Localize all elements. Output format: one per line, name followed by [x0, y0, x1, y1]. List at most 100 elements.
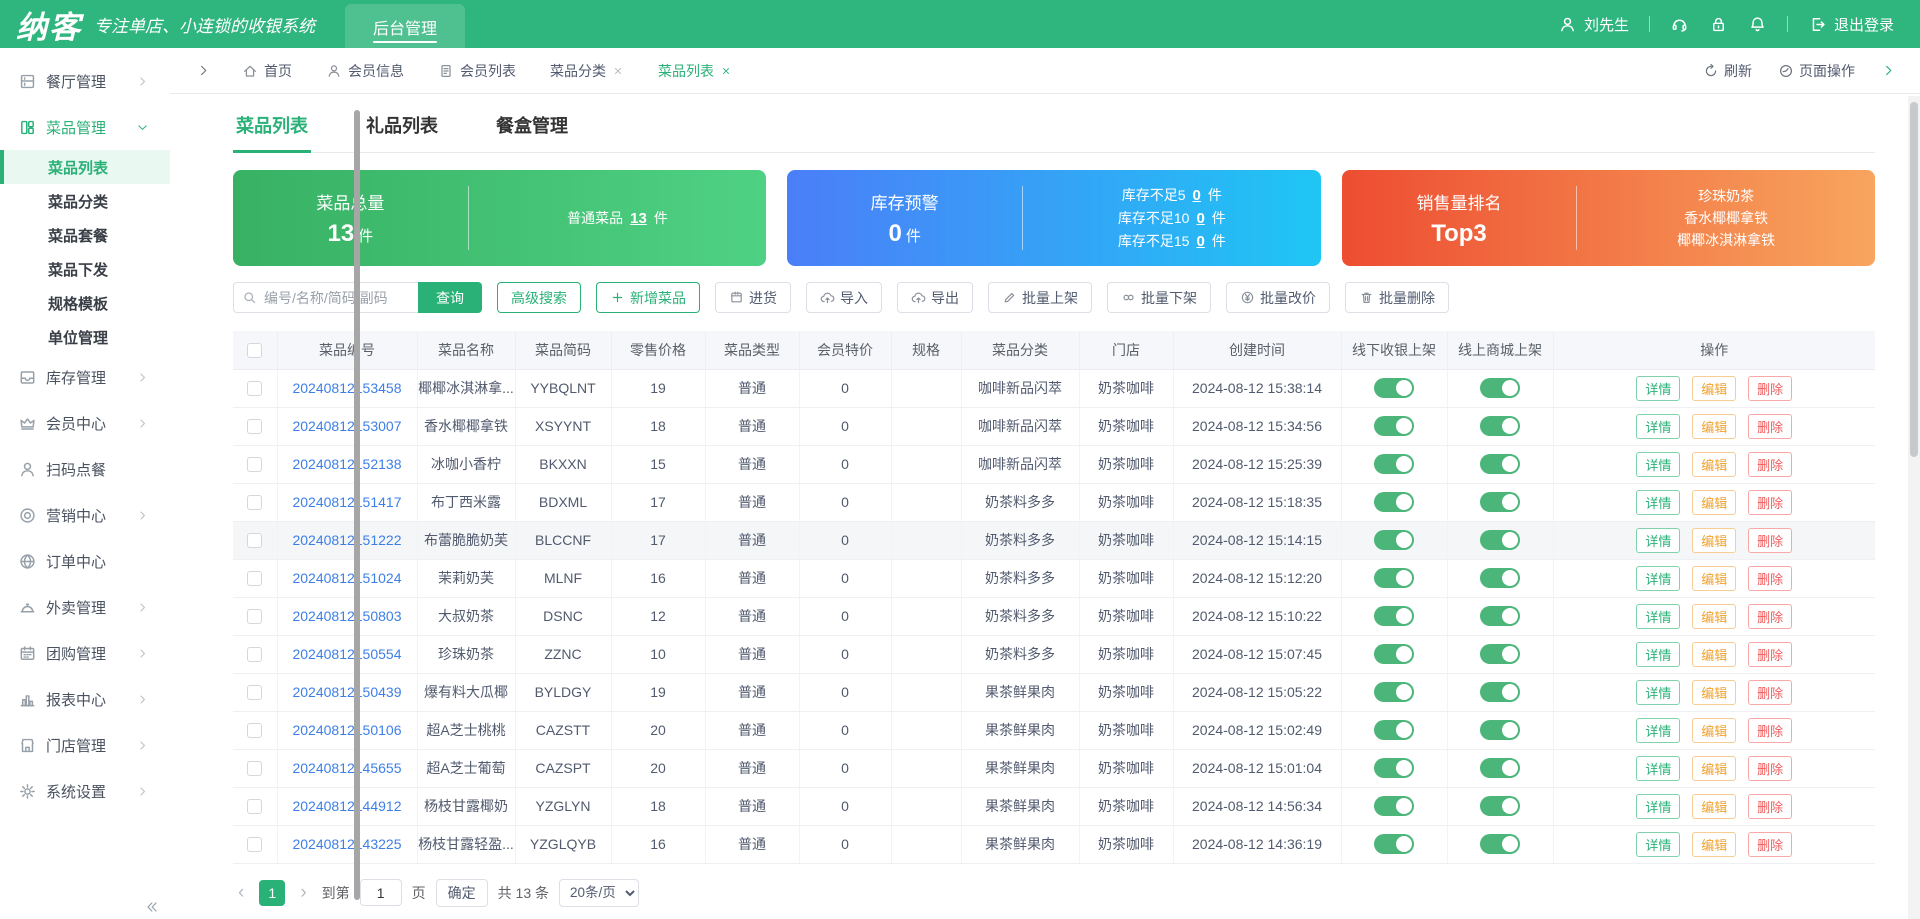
delete-button[interactable]: 删除 — [1748, 414, 1792, 439]
online-shelf-toggle[interactable] — [1480, 378, 1520, 398]
detail-button[interactable]: 详情 — [1636, 452, 1680, 477]
row-checkbox[interactable] — [247, 419, 262, 434]
offline-shelf-toggle[interactable] — [1374, 378, 1414, 398]
select-all-checkbox[interactable] — [247, 343, 262, 358]
breadcrumb-tab[interactable]: 首页 — [225, 48, 309, 93]
edit-button[interactable]: 编辑 — [1692, 642, 1736, 667]
chevron-right-icon[interactable] — [196, 63, 211, 78]
page-number-button[interactable]: 1 — [259, 880, 285, 906]
online-shelf-toggle[interactable] — [1480, 606, 1520, 626]
sidebar-item[interactable]: 报表中心 — [0, 676, 170, 722]
row-checkbox[interactable] — [247, 381, 262, 396]
online-shelf-toggle[interactable] — [1480, 416, 1520, 436]
delete-button[interactable]: 删除 — [1748, 794, 1792, 819]
breadcrumb-tab[interactable]: 菜品分类 — [533, 48, 641, 93]
edit-button[interactable]: 编辑 — [1692, 376, 1736, 401]
sidebar-item[interactable]: 单位管理 — [0, 320, 170, 354]
dish-id-link[interactable]: 20240812153458 — [292, 380, 401, 396]
edit-button[interactable]: 编辑 — [1692, 452, 1736, 477]
goto-page-input[interactable] — [360, 879, 402, 906]
edit-button[interactable]: 编辑 — [1692, 794, 1736, 819]
edit-button[interactable]: 编辑 — [1692, 718, 1736, 743]
sidebar-item[interactable]: 团购管理 — [0, 630, 170, 676]
online-shelf-toggle[interactable] — [1480, 834, 1520, 854]
search-button[interactable]: 查询 — [418, 282, 482, 313]
toolbar-button[interactable]: 高级搜索 — [497, 282, 581, 313]
toolbar-button[interactable]: 批量下架 — [1107, 282, 1211, 313]
offline-shelf-toggle[interactable] — [1374, 454, 1414, 474]
dish-id-link[interactable]: 20240812151417 — [292, 494, 401, 510]
dish-id-link[interactable]: 20240812143225 — [292, 836, 401, 852]
delete-button[interactable]: 删除 — [1748, 490, 1792, 515]
sidebar-item[interactable]: 菜品分类 — [0, 184, 170, 218]
offline-shelf-toggle[interactable] — [1374, 606, 1414, 626]
delete-button[interactable]: 删除 — [1748, 680, 1792, 705]
row-checkbox[interactable] — [247, 495, 262, 510]
toolbar-button[interactable]: 进货 — [715, 282, 791, 313]
dish-id-link[interactable]: 20240812150439 — [292, 684, 401, 700]
row-checkbox[interactable] — [247, 685, 262, 700]
dish-id-link[interactable]: 20240812151222 — [292, 532, 401, 548]
offline-shelf-toggle[interactable] — [1374, 644, 1414, 664]
sidebar-item[interactable]: 规格模板 — [0, 286, 170, 320]
online-shelf-toggle[interactable] — [1480, 644, 1520, 664]
panel-tab[interactable]: 礼品列表 — [363, 100, 441, 152]
confirm-page-button[interactable]: 确定 — [436, 879, 488, 907]
sidebar-item[interactable]: 订单中心 — [0, 538, 170, 584]
online-shelf-toggle[interactable] — [1480, 720, 1520, 740]
delete-button[interactable]: 删除 — [1748, 756, 1792, 781]
online-shelf-toggle[interactable] — [1480, 758, 1520, 778]
dish-id-link[interactable]: 20240812150106 — [292, 722, 401, 738]
detail-button[interactable]: 详情 — [1636, 414, 1680, 439]
panel-tab[interactable]: 菜品列表 — [233, 100, 311, 152]
row-checkbox[interactable] — [247, 799, 262, 814]
toolbar-button[interactable]: 导入 — [806, 282, 882, 313]
edit-button[interactable]: 编辑 — [1692, 528, 1736, 553]
delete-button[interactable]: 删除 — [1748, 566, 1792, 591]
row-checkbox[interactable] — [247, 609, 262, 624]
detail-button[interactable]: 详情 — [1636, 604, 1680, 629]
chevron-right-icon[interactable] — [1881, 63, 1896, 78]
close-icon[interactable] — [612, 65, 624, 77]
breadcrumb-tab[interactable]: 会员列表 — [421, 48, 533, 93]
sidebar-item[interactable]: 系统设置 — [0, 768, 170, 814]
edit-button[interactable]: 编辑 — [1692, 832, 1736, 857]
edit-button[interactable]: 编辑 — [1692, 604, 1736, 629]
detail-button[interactable]: 详情 — [1636, 566, 1680, 591]
online-shelf-toggle[interactable] — [1480, 568, 1520, 588]
toolbar-button[interactable]: 导出 — [897, 282, 973, 313]
breadcrumb-tab[interactable]: 菜品列表 — [641, 48, 749, 93]
delete-button[interactable]: 删除 — [1748, 452, 1792, 477]
row-checkbox[interactable] — [247, 533, 262, 548]
offline-shelf-toggle[interactable] — [1374, 530, 1414, 550]
next-page-button[interactable]: › — [295, 882, 311, 904]
online-shelf-toggle[interactable] — [1480, 796, 1520, 816]
nav-tab-backend[interactable]: 后台管理 — [345, 4, 465, 48]
dish-id-link[interactable]: 20240812144912 — [292, 798, 401, 814]
online-shelf-toggle[interactable] — [1480, 682, 1520, 702]
detail-button[interactable]: 详情 — [1636, 680, 1680, 705]
dish-id-link[interactable]: 20240812150554 — [292, 646, 401, 662]
search-input[interactable] — [233, 282, 418, 313]
page-ops-button[interactable]: 页面操作 — [1778, 61, 1855, 81]
detail-button[interactable]: 详情 — [1636, 376, 1680, 401]
dish-id-link[interactable]: 20240812145655 — [292, 760, 401, 776]
offline-shelf-toggle[interactable] — [1374, 758, 1414, 778]
breadcrumb-tab[interactable]: 会员信息 — [309, 48, 421, 93]
dish-id-link[interactable]: 20240812151024 — [292, 570, 401, 586]
delete-button[interactable]: 删除 — [1748, 832, 1792, 857]
offline-shelf-toggle[interactable] — [1374, 492, 1414, 512]
panel-tab[interactable]: 餐盒管理 — [493, 100, 571, 152]
sidebar-item[interactable]: 菜品列表 — [0, 150, 170, 184]
row-checkbox[interactable] — [247, 837, 262, 852]
offline-shelf-toggle[interactable] — [1374, 796, 1414, 816]
delete-button[interactable]: 删除 — [1748, 718, 1792, 743]
sidebar-item[interactable]: 餐厅管理 — [0, 58, 170, 104]
sidebar-item[interactable]: 外卖管理 — [0, 584, 170, 630]
edit-button[interactable]: 编辑 — [1692, 680, 1736, 705]
dish-id-link[interactable]: 20240812153007 — [292, 418, 401, 434]
edit-button[interactable]: 编辑 — [1692, 414, 1736, 439]
row-checkbox[interactable] — [247, 723, 262, 738]
user-menu[interactable]: 刘先生 — [1558, 14, 1629, 35]
edit-button[interactable]: 编辑 — [1692, 490, 1736, 515]
